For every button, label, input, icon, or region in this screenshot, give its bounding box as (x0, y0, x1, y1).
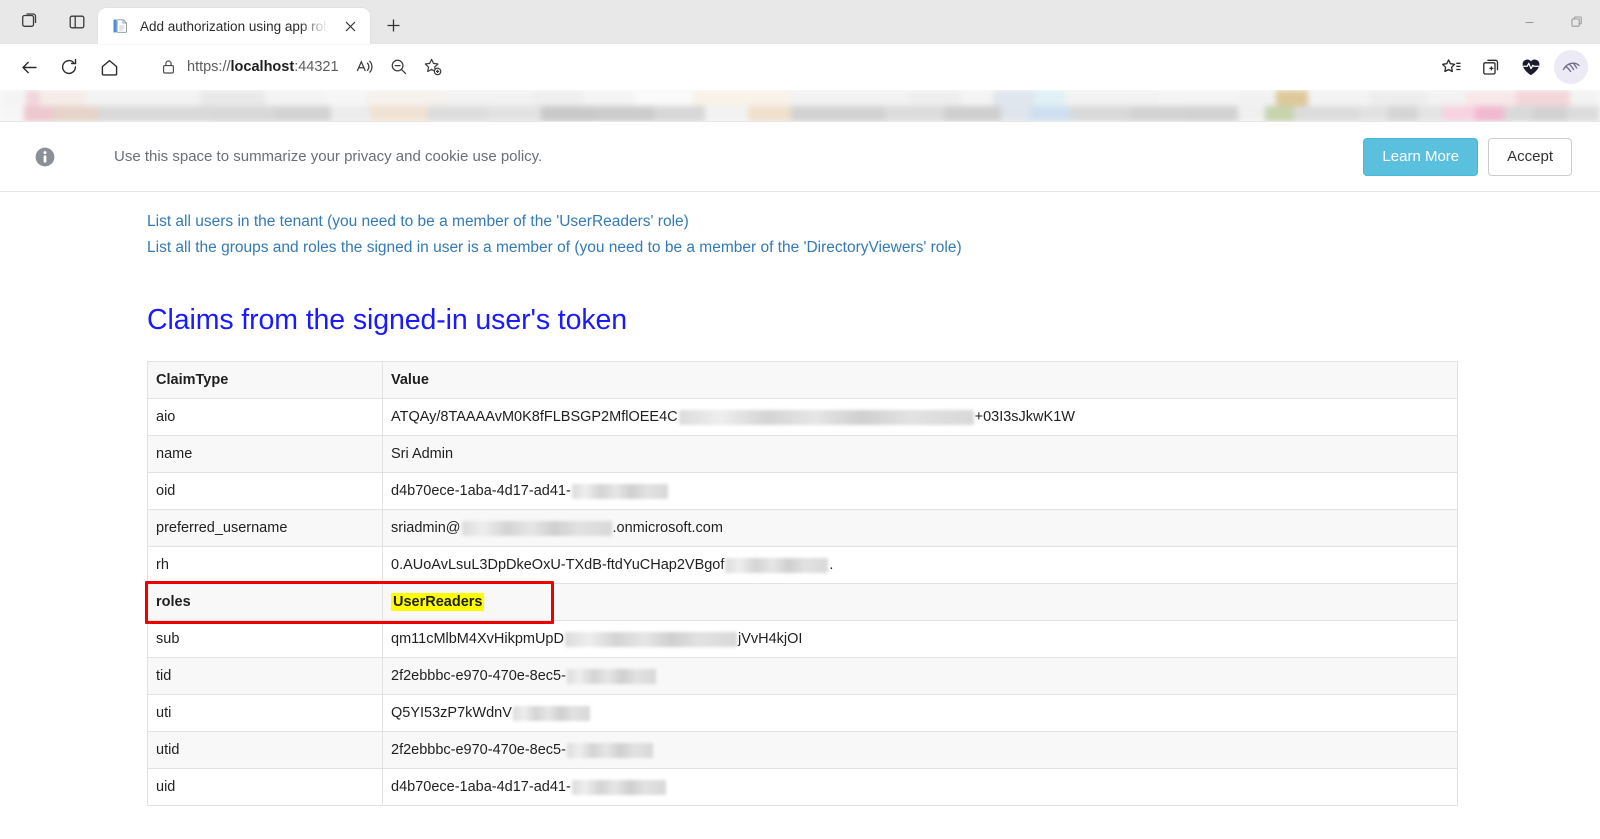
redacted-value-block (725, 557, 829, 573)
role-links: List all users in the tenant (you need t… (0, 192, 1600, 260)
claim-type-cell: aio (147, 398, 383, 436)
claim-type-cell: name (147, 435, 383, 473)
cookie-banner-message: Use this space to summarize your privacy… (114, 148, 543, 165)
tab-actions-pane-icon[interactable] (62, 7, 92, 37)
column-header-value: Value (382, 361, 1458, 399)
close-icon[interactable] (338, 14, 362, 38)
window-controls (1506, 0, 1600, 44)
table-row: uti Q5YI53zP7kWdnV (147, 694, 1458, 732)
claim-value-cell: sriadmin@ .onmicrosoft.com (382, 509, 1458, 547)
copilot-workspaces-icon[interactable] (14, 7, 44, 37)
redacted-value-block (566, 668, 656, 684)
redacted-value-block (461, 520, 612, 536)
claim-type-cell: preferred_username (147, 509, 383, 547)
browser-essentials-heart-icon[interactable] (1514, 50, 1548, 84)
claim-type-cell: tid (147, 657, 383, 695)
claim-value-cell: 2f2ebbbc-e970-470e-8ec5- (382, 657, 1458, 695)
toolbar-right (1430, 50, 1588, 84)
tab-strip-left-controls (0, 0, 98, 44)
table-row-roles: roles UserReaders (147, 583, 1458, 621)
redacted-value-block (678, 409, 974, 425)
table-row: oid d4b70ece-1aba-4d17-ad41- (147, 472, 1458, 510)
table-row: preferred_username sriadmin@ .onmicrosoft.… (147, 509, 1458, 547)
claim-value-cell: qm11cMlbM4XvHikpmUpD jVvH4kjOI (382, 620, 1458, 658)
redacted-value-block (566, 742, 653, 758)
info-circle-icon (0, 146, 64, 168)
claims-table-body: aio ATQAy/8TAAAAvM0K8fFLBSGP2MflOEE4C +03I… (147, 398, 1458, 806)
navigation-bar: https://localhost:44321 (0, 44, 1600, 90)
address-bar[interactable]: https://localhost:44321 (144, 50, 1420, 84)
zoom-out-icon[interactable] (383, 51, 415, 83)
page-document-icon (112, 17, 130, 35)
claim-value-cell: 2f2ebbbc-e970-470e-8ec5- (382, 731, 1458, 769)
claim-value-cell: d4b70ece-1aba-4d17-ad41- (382, 472, 1458, 510)
claim-type-cell: roles (147, 583, 383, 621)
redacted-value-block (512, 705, 590, 721)
page-title: Claims from the signed-in user's token (147, 304, 628, 336)
tab-strip: Add authorization using app role (0, 0, 1600, 44)
redacted-value-block (564, 631, 737, 647)
lock-icon (159, 59, 177, 75)
browser-tab[interactable]: Add authorization using app role (98, 8, 370, 44)
claim-type-cell: rh (147, 546, 383, 584)
bookmarks-bar-redacted (0, 90, 1600, 121)
cookie-banner-actions: Learn More Accept (1363, 137, 1572, 176)
list-users-link[interactable]: List all users in the tenant (you need t… (147, 210, 1600, 234)
address-bar-actions (349, 51, 449, 83)
claims-table: ClaimType Value aio ATQAy/8TAAAAvM0K8fFLB… (147, 361, 1458, 806)
home-icon[interactable] (90, 48, 128, 86)
table-row: sub qm11cMlbM4XvHikpmUpD jVvH4kjOI (147, 620, 1458, 658)
claim-value-cell: UserReaders (382, 583, 1458, 621)
address-bar-url: https://localhost:44321 (187, 59, 339, 75)
read-aloud-icon[interactable] (349, 51, 381, 83)
tab-title: Add authorization using app role (140, 18, 328, 34)
claims-table-wrap: ClaimType Value aio ATQAy/8TAAAAvM0K8fFLB… (0, 337, 1600, 806)
back-arrow-icon[interactable] (10, 48, 48, 86)
favorites-list-icon[interactable] (1434, 50, 1468, 84)
table-row: aio ATQAy/8TAAAAvM0K8fFLBSGP2MflOEE4C +03I… (147, 398, 1458, 436)
claim-type-cell: uti (147, 694, 383, 732)
claim-type-cell: utid (147, 731, 383, 769)
column-header-claimtype: ClaimType (147, 361, 383, 399)
claim-value-cell: Sri Admin (382, 435, 1458, 473)
highlighted-value: UserReaders (391, 593, 485, 611)
cookie-consent-banner: Use this space to summarize your privacy… (0, 122, 1600, 192)
table-row: name Sri Admin (147, 435, 1458, 473)
page-content: List all users in the tenant (you need t… (0, 192, 1600, 839)
claim-value-cell: ATQAy/8TAAAAvM0K8fFLBSGP2MflOEE4C +03I3sJ… (382, 398, 1458, 436)
claim-value-cell: d4b70ece-1aba-4d17-ad41- (382, 768, 1458, 806)
claim-type-cell: uid (147, 768, 383, 806)
claim-value-cell: 0.AUoAvLsuL3DpDkeOxU-TXdB-ftdYuCHap2VBgo… (382, 546, 1458, 584)
claim-type-cell: sub (147, 620, 383, 658)
new-tab-button[interactable] (376, 8, 410, 42)
list-groups-roles-link[interactable]: List all the groups and roles the signed… (147, 236, 1600, 260)
table-row: uid d4b70ece-1aba-4d17-ad41- (147, 768, 1458, 806)
redacted-value-block (571, 779, 666, 795)
redacted-value-block (571, 483, 668, 499)
table-row: tid 2f2ebbbc-e970-470e-8ec5- (147, 657, 1458, 695)
restore-icon[interactable] (1553, 0, 1600, 44)
add-favorite-star-icon[interactable] (417, 51, 449, 83)
page-viewport: Use this space to summarize your privacy… (0, 122, 1600, 839)
claim-value-cell: Q5YI53zP7kWdnV (382, 694, 1458, 732)
table-row: utid 2f2ebbbc-e970-470e-8ec5- (147, 731, 1458, 769)
claim-type-cell: oid (147, 472, 383, 510)
bookmarks-bar[interactable] (0, 90, 1600, 122)
minimize-icon[interactable] (1506, 0, 1553, 44)
table-row: rh 0.AUoAvLsuL3DpDkeOxU-TXdB-ftdYuCHap2VB… (147, 546, 1458, 584)
browser-window: Add authorization using app role https:/… (0, 0, 1600, 839)
learn-more-button[interactable]: Learn More (1363, 137, 1479, 176)
extension-icon[interactable] (1554, 50, 1588, 84)
table-header-row: ClaimType Value (147, 361, 1458, 399)
accept-button[interactable]: Accept (1488, 137, 1572, 176)
refresh-icon[interactable] (50, 48, 88, 86)
collections-icon[interactable] (1474, 50, 1508, 84)
